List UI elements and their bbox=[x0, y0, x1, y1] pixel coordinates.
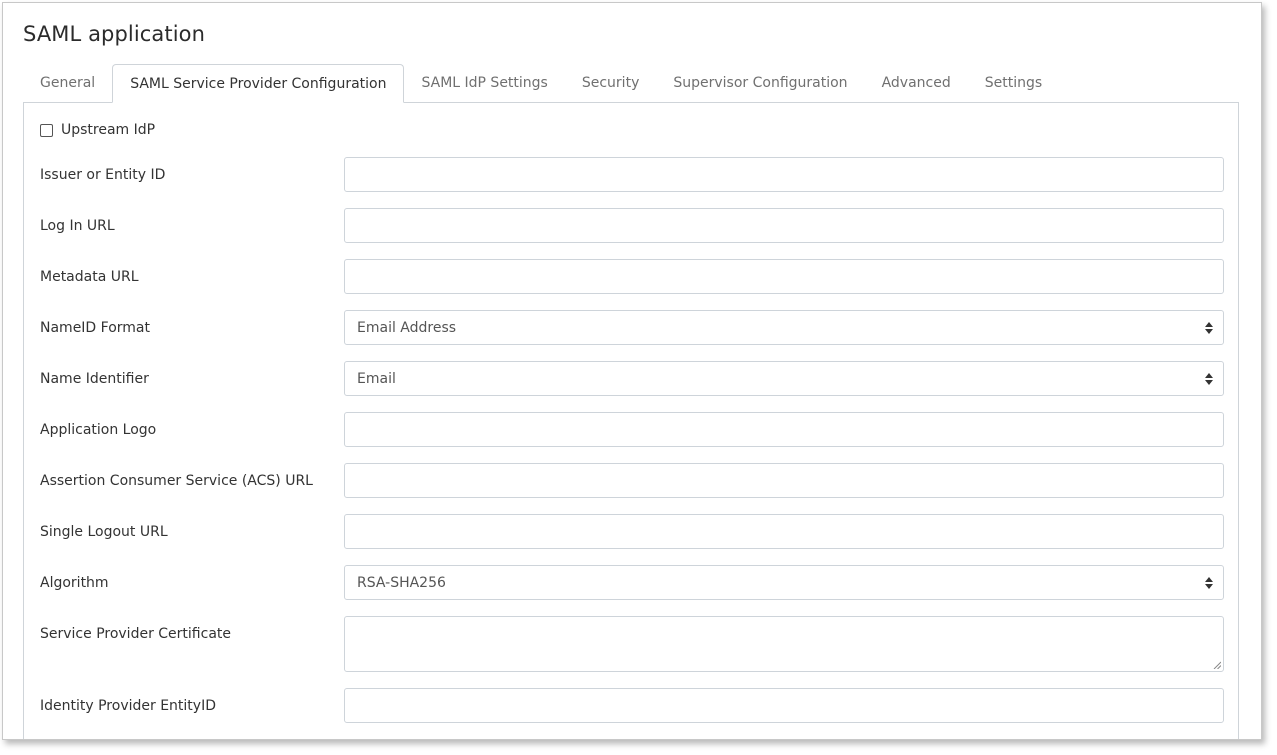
upstream-idp-label: Upstream IdP bbox=[61, 122, 156, 138]
acs-url-input[interactable] bbox=[344, 463, 1224, 498]
tab-panel: Upstream IdP Issuer or Entity ID Log In … bbox=[23, 102, 1239, 739]
sort-caret-icon bbox=[1205, 321, 1213, 334]
tab-advanced[interactable]: Advanced bbox=[865, 64, 968, 102]
tab-general[interactable]: General bbox=[23, 64, 112, 102]
name-identifier-label: Name Identifier bbox=[40, 371, 149, 387]
acs-url-label: Assertion Consumer Service (ACS) URL bbox=[40, 473, 313, 489]
upstream-idp-row: Upstream IdP bbox=[40, 122, 155, 138]
algorithm-label: Algorithm bbox=[40, 575, 109, 591]
algorithm-select[interactable]: RSA-SHA256 bbox=[344, 565, 1224, 600]
metadata-url-label: Metadata URL bbox=[40, 269, 139, 285]
app-logo-input[interactable] bbox=[344, 412, 1224, 447]
tab-bar: General SAML Service Provider Configurat… bbox=[23, 64, 1059, 103]
login-url-input[interactable] bbox=[344, 208, 1224, 243]
issuer-input[interactable] bbox=[344, 157, 1224, 192]
logout-url-label: Single Logout URL bbox=[40, 524, 168, 540]
nameid-format-select[interactable]: Email Address bbox=[344, 310, 1224, 345]
login-url-label: Log In URL bbox=[40, 218, 115, 234]
tab-saml-service-provider-configuration[interactable]: SAML Service Provider Configuration bbox=[112, 64, 405, 103]
saml-application-window: SAML application General SAML Service Pr… bbox=[2, 2, 1262, 740]
name-identifier-value: Email bbox=[357, 370, 396, 387]
sp-certificate-label: Service Provider Certificate bbox=[40, 626, 232, 642]
tab-settings[interactable]: Settings bbox=[968, 64, 1059, 102]
idp-entityid-label: Identity Provider EntityID bbox=[40, 698, 216, 714]
app-logo-label: Application Logo bbox=[40, 422, 157, 438]
metadata-url-input[interactable] bbox=[344, 259, 1224, 294]
tab-security[interactable]: Security bbox=[565, 64, 657, 102]
page-title: SAML application bbox=[23, 22, 206, 46]
tab-saml-idp-settings[interactable]: SAML IdP Settings bbox=[404, 64, 564, 102]
name-identifier-select[interactable]: Email bbox=[344, 361, 1224, 396]
logout-url-input[interactable] bbox=[344, 514, 1224, 549]
sort-caret-icon bbox=[1205, 576, 1213, 589]
issuer-label: Issuer or Entity ID bbox=[40, 167, 166, 183]
nameid-format-label: NameID Format bbox=[40, 320, 150, 336]
upstream-idp-checkbox[interactable] bbox=[40, 123, 53, 137]
algorithm-value: RSA-SHA256 bbox=[357, 574, 446, 591]
idp-entityid-input[interactable] bbox=[344, 688, 1224, 723]
sort-caret-icon bbox=[1205, 372, 1213, 385]
nameid-format-value: Email Address bbox=[357, 319, 457, 336]
resize-grip-icon[interactable] bbox=[1213, 661, 1221, 669]
tab-supervisor-configuration[interactable]: Supervisor Configuration bbox=[656, 64, 864, 102]
sp-certificate-textarea[interactable] bbox=[344, 616, 1224, 672]
